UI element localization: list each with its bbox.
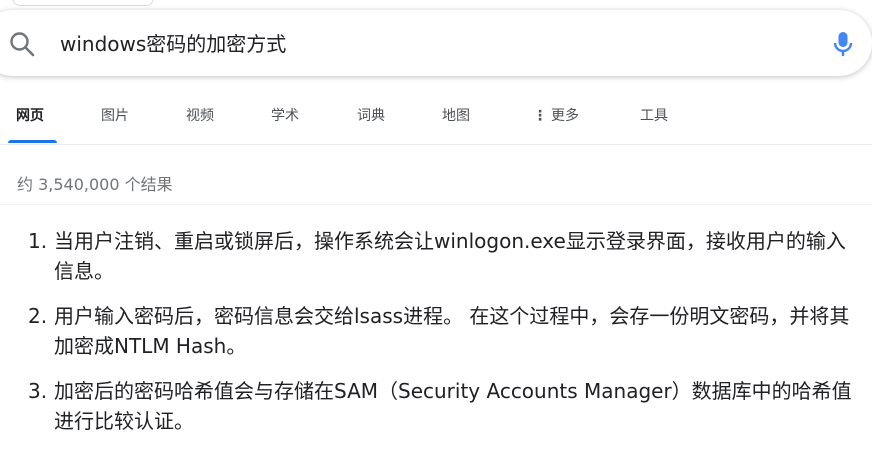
tab-images[interactable]: 图片 <box>101 106 129 126</box>
list-item-text: 当用户注销、重启或锁屏后，操作系统会让winlogon.exe显示登录界面，接收… <box>54 229 846 283</box>
tab-tools[interactable]: 工具 <box>640 106 668 126</box>
search-icon[interactable] <box>8 30 36 58</box>
tab-web[interactable]: 网页 <box>16 106 44 126</box>
result-stats: 约 3,540,000 个结果 <box>17 175 173 194</box>
list-item-text: 加密后的密码哈希值会与存储在SAM（Security Accounts Mana… <box>54 379 852 433</box>
search-tabs: 网页 图片 视频 学术 词典 地图 ⋮ 更多 工具 <box>0 100 872 144</box>
more-vertical-icon: ⋮ <box>533 108 547 124</box>
featured-answer-list: 1. 当用户注销、重启或锁屏后，操作系统会让winlogon.exe显示登录界面… <box>28 226 858 451</box>
top-edge-element <box>12 0 154 6</box>
tab-scholar[interactable]: 学术 <box>271 106 299 126</box>
list-item-text: 用户输入密码后，密码信息会交给lsass进程。 在这个过程中，会存一份明文密码，… <box>54 304 850 358</box>
list-item: 2. 用户输入密码后，密码信息会交给lsass进程。 在这个过程中，会存一份明文… <box>28 301 858 361</box>
list-item: 3. 加密后的密码哈希值会与存储在SAM（Security Accounts M… <box>28 376 858 436</box>
active-tab-indicator <box>8 140 57 143</box>
list-item-number: 3. <box>28 379 48 403</box>
stats-divider <box>0 204 872 205</box>
tab-maps[interactable]: 地图 <box>442 106 470 126</box>
search-input[interactable]: windows密码的加密方式 <box>60 30 286 58</box>
tabs-divider <box>0 144 872 145</box>
microphone-icon[interactable] <box>832 30 854 58</box>
tab-dictionary[interactable]: 词典 <box>357 106 385 126</box>
tab-more[interactable]: ⋮ 更多 <box>533 106 579 126</box>
list-item: 1. 当用户注销、重启或锁屏后，操作系统会让winlogon.exe显示登录界面… <box>28 226 858 286</box>
list-item-number: 1. <box>28 229 48 253</box>
tab-more-label: 更多 <box>551 108 579 124</box>
tab-videos[interactable]: 视频 <box>186 106 214 126</box>
list-item-number: 2. <box>28 304 48 328</box>
